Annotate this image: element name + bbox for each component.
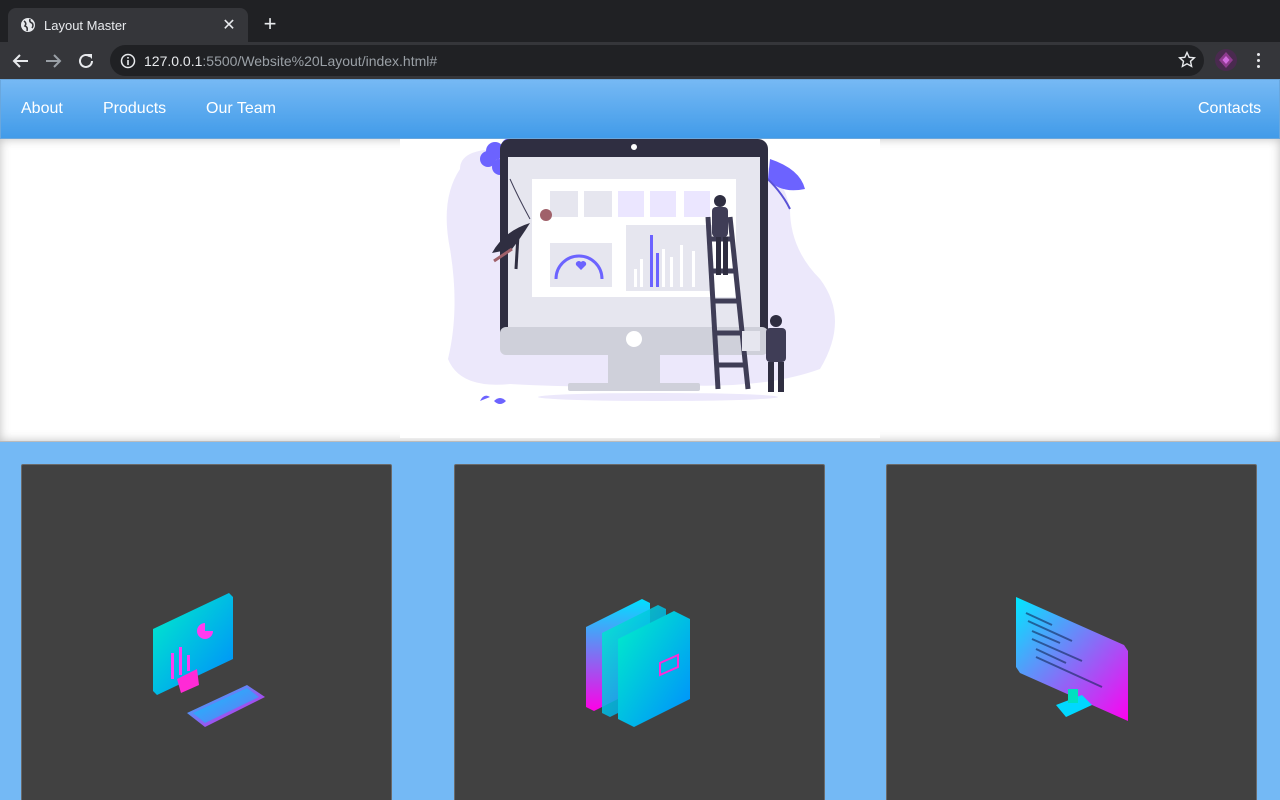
address-bar[interactable]: 127.0.0.1:5500/Website%20Layout/index.ht… — [110, 45, 1204, 76]
nav-link-our-team[interactable]: Our Team — [206, 100, 276, 118]
new-tab-button[interactable]: + — [258, 11, 282, 36]
feature-card[interactable] — [21, 464, 392, 800]
nav-link-contacts[interactable]: Contacts — [1198, 100, 1261, 118]
back-button[interactable] — [8, 48, 34, 74]
bookmark-star-icon[interactable] — [1178, 51, 1196, 69]
nav-link-products[interactable]: Products — [103, 100, 166, 118]
hero-section — [0, 138, 1280, 442]
forward-button[interactable] — [40, 48, 66, 74]
url-path: :5500/Website%20Layout/index.html# — [202, 52, 438, 69]
tab-title: Layout Master — [44, 17, 127, 33]
nav-link-about[interactable]: About — [21, 100, 63, 118]
browser-tab-strip: Layout Master ✕ + — [0, 0, 1280, 42]
url-host: 127.0.0.1 — [144, 52, 203, 69]
folders-icon — [586, 599, 690, 727]
feature-card[interactable] — [886, 464, 1257, 800]
feature-card[interactable] — [454, 464, 825, 800]
url-text: 127.0.0.1:5500/Website%20Layout/index.ht… — [144, 53, 437, 69]
arrow-right-icon — [46, 54, 62, 68]
browser-tab[interactable]: Layout Master ✕ — [8, 8, 248, 42]
extension-icon[interactable] — [1214, 48, 1238, 72]
web-page: About Products Our Team Contacts — [0, 79, 1280, 800]
monitor-keyboard-icon — [153, 593, 265, 727]
info-icon[interactable] — [120, 53, 136, 69]
hero-illustration — [400, 138, 880, 438]
site-navbar: About Products Our Team Contacts — [0, 79, 1280, 139]
browser-toolbar: 127.0.0.1:5500/Website%20Layout/index.ht… — [0, 42, 1280, 79]
code-monitor-icon — [1016, 597, 1128, 721]
reload-icon — [79, 53, 93, 68]
close-tab-icon[interactable]: ✕ — [220, 16, 238, 34]
browser-menu-icon[interactable] — [1250, 48, 1266, 72]
globe-icon — [21, 18, 35, 32]
arrow-left-icon — [12, 54, 28, 68]
reload-button[interactable] — [73, 48, 99, 74]
